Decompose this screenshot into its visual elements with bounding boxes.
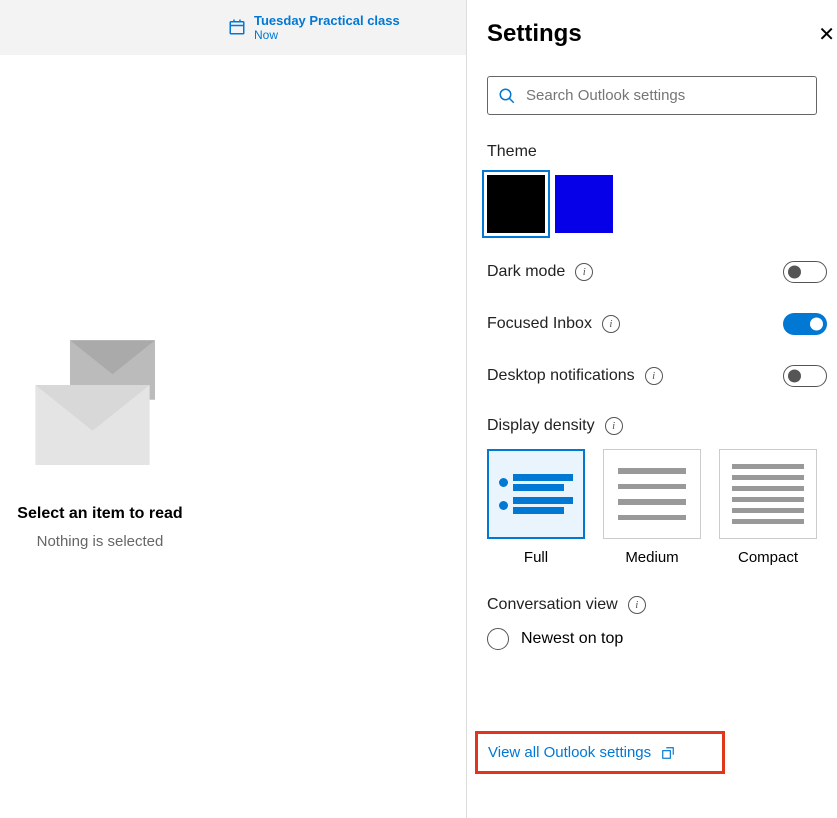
density-label: Display density <box>487 417 595 435</box>
header-bar: Tuesday Practical class Now <box>0 0 466 55</box>
event-title: Tuesday Practical class <box>254 13 400 29</box>
empty-state: Select an item to read Nothing is select… <box>0 340 200 550</box>
theme-swatch-black[interactable] <box>487 175 545 233</box>
focused-inbox-label: Focused Inbox <box>487 315 592 333</box>
dark-mode-label: Dark mode <box>487 263 565 281</box>
info-icon[interactable]: i <box>602 315 620 333</box>
event-time: Now <box>254 28 400 42</box>
view-all-highlight: View all Outlook settings <box>475 731 725 774</box>
info-icon[interactable]: i <box>628 596 646 614</box>
density-full-label: Full <box>524 549 548 566</box>
radio-newest-label: Newest on top <box>521 630 623 648</box>
theme-swatch-blue[interactable] <box>555 175 613 233</box>
info-icon[interactable]: i <box>575 263 593 281</box>
desktop-notif-label: Desktop notifications <box>487 367 635 385</box>
calendar-icon <box>228 18 246 36</box>
search-input-container[interactable] <box>487 76 817 115</box>
info-icon[interactable]: i <box>645 367 663 385</box>
search-input[interactable] <box>526 87 806 104</box>
empty-subtitle: Nothing is selected <box>37 533 164 550</box>
info-icon[interactable]: i <box>605 417 623 435</box>
search-icon <box>498 87 516 105</box>
calendar-event[interactable]: Tuesday Practical class Now <box>228 13 400 43</box>
view-all-link[interactable]: View all Outlook settings <box>488 744 651 761</box>
focused-inbox-toggle[interactable] <box>783 313 827 335</box>
envelope-illustration <box>25 340 175 480</box>
radio-newest-top[interactable] <box>487 628 509 650</box>
desktop-notif-toggle[interactable] <box>783 365 827 387</box>
settings-panel: Settings ✕ Theme Dark mode i Focused Inb… <box>466 0 837 818</box>
conversation-label: Conversation view <box>487 596 618 614</box>
density-option-full[interactable]: Full <box>487 449 585 566</box>
empty-title: Select an item to read <box>17 505 182 523</box>
theme-label: Theme <box>487 143 837 161</box>
density-medium-label: Medium <box>625 549 678 566</box>
density-option-medium[interactable]: Medium <box>603 449 701 566</box>
close-icon[interactable]: ✕ <box>818 22 835 47</box>
settings-title: Settings <box>487 20 582 48</box>
density-compact-label: Compact <box>738 549 798 566</box>
dark-mode-toggle[interactable] <box>783 261 827 283</box>
density-option-compact[interactable]: Compact <box>719 449 817 566</box>
popout-icon <box>661 746 675 760</box>
